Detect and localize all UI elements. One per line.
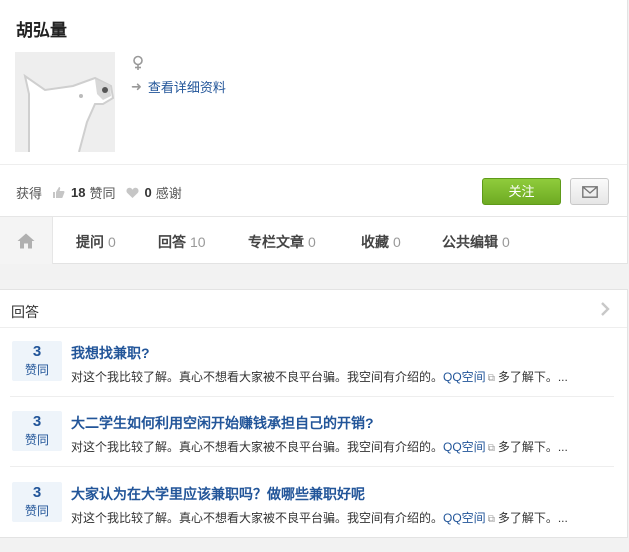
heart-icon bbox=[125, 187, 139, 199]
tab-collections-count: 0 bbox=[393, 234, 401, 250]
thanks-label: 感谢 bbox=[155, 186, 182, 201]
tab-questions-count: 0 bbox=[108, 234, 116, 250]
qq-space-link[interactable]: QQ空间 bbox=[443, 511, 486, 525]
vote-count: 3 bbox=[32, 484, 42, 501]
qq-space-link[interactable]: QQ空间 bbox=[443, 440, 486, 454]
upvote-label: 赞同 bbox=[89, 186, 116, 201]
tab-articles[interactable]: 专栏文章 0 bbox=[248, 232, 316, 252]
answers-panel-title: 回答 bbox=[11, 304, 39, 320]
answer-more-text: 多了解下。... bbox=[497, 440, 568, 454]
follow-button[interactable]: 关注 bbox=[482, 178, 561, 205]
tab-answers-count: 10 bbox=[190, 234, 206, 250]
thanks-count: 0 bbox=[144, 185, 152, 200]
vote-label: 赞同 bbox=[24, 363, 49, 377]
tab-collections-label: 收藏 bbox=[361, 234, 389, 250]
view-details-label: 查看详细资料 bbox=[147, 80, 226, 95]
tab-collections[interactable]: 收藏 0 bbox=[361, 232, 401, 252]
divider bbox=[10, 396, 614, 397]
profile-name: 胡弘量 bbox=[16, 21, 67, 40]
female-symbol-icon bbox=[131, 55, 145, 70]
list-item: 3 赞同 我想找兼职? 对这个我比较了解。真心不想看大家被不良平台骗。我空间有介… bbox=[0, 341, 627, 411]
default-avatar-dog-icon bbox=[15, 52, 115, 153]
qq-space-link[interactable]: QQ空间 bbox=[443, 370, 486, 384]
tab-home[interactable] bbox=[0, 217, 53, 264]
divider bbox=[0, 164, 627, 165]
tab-public-edits-label: 公共编辑 bbox=[442, 234, 498, 250]
answer-summary-text: 对这个我比较了解。真心不想看大家被不良平台骗。我空间有介绍的。 bbox=[71, 440, 444, 454]
external-link-icon: ⧉ bbox=[487, 514, 495, 525]
tab-answers[interactable]: 回答 10 bbox=[158, 232, 206, 252]
answers-panel: 回答 3 赞同 我想找兼职? 对这个我比较了解。真心不想看大家被不良平台骗。我空… bbox=[0, 289, 628, 538]
profile-card: 胡弘量 ➜ 查看详细资料 获得 18 赞同 0 感谢 关注 提问 0 回答 10… bbox=[0, 0, 628, 264]
answer-summary-text: 对这个我比较了解。真心不想看大家被不良平台骗。我空间有介绍的。 bbox=[71, 370, 444, 384]
vote-label: 赞同 bbox=[24, 433, 49, 447]
thumbs-up-icon bbox=[52, 186, 65, 199]
tab-questions[interactable]: 提问 0 bbox=[76, 232, 116, 252]
send-message-button[interactable] bbox=[570, 178, 609, 205]
tab-articles-count: 0 bbox=[308, 234, 316, 250]
view-details-link[interactable]: ➜ 查看详细资料 bbox=[131, 77, 226, 96]
tab-articles-label: 专栏文章 bbox=[248, 234, 304, 250]
avatar[interactable] bbox=[15, 52, 115, 153]
list-item: 3 赞同 大家认为在大学里应该兼职吗？做哪些兼职好呢 对这个我比较了解。真心不想… bbox=[0, 482, 627, 552]
question-title-link[interactable]: 大家认为在大学里应该兼职吗？做哪些兼职好呢 bbox=[71, 484, 365, 504]
answer-summary: 对这个我比较了解。真心不想看大家被不良平台骗。我空间有介绍的。QQ空间 ⧉ 多了解下… bbox=[71, 509, 568, 526]
upvote-count: 18 bbox=[71, 185, 86, 200]
vote-label: 赞同 bbox=[24, 504, 49, 518]
divider bbox=[0, 327, 627, 328]
answer-more-text: 多了解下。... bbox=[497, 370, 568, 384]
profile-stats: 获得 18 赞同 0 感谢 bbox=[16, 183, 182, 202]
vote-box[interactable]: 3 赞同 bbox=[12, 482, 62, 522]
question-title-link[interactable]: 大二学生如何利用空闲开始赚钱承担自己的开销? bbox=[71, 413, 374, 433]
question-title-link[interactable]: 我想找兼职? bbox=[71, 343, 150, 363]
answer-summary: 对这个我比较了解。真心不想看大家被不良平台骗。我空间有介绍的。QQ空间 ⧉ 多了解下… bbox=[71, 438, 568, 455]
vote-count: 3 bbox=[32, 413, 42, 430]
vote-box[interactable]: 3 赞同 bbox=[12, 341, 62, 381]
answer-more-text: 多了解下。... bbox=[497, 511, 568, 525]
profile-tabs: 提问 0 回答 10 专栏文章 0 收藏 0 公共编辑 0 bbox=[0, 216, 627, 264]
chevron-right-icon[interactable] bbox=[600, 302, 610, 321]
vote-box[interactable]: 3 赞同 bbox=[12, 411, 62, 451]
divider bbox=[10, 466, 614, 467]
arrow-right-icon: ➜ bbox=[131, 78, 142, 94]
vote-count: 3 bbox=[32, 343, 42, 360]
external-link-icon: ⧉ bbox=[487, 373, 495, 384]
answer-summary-text: 对这个我比较了解。真心不想看大家被不良平台骗。我空间有介绍的。 bbox=[71, 511, 444, 525]
tab-questions-label: 提问 bbox=[76, 234, 104, 250]
obtained-label: 获得 bbox=[16, 186, 43, 201]
home-icon bbox=[17, 233, 35, 248]
tab-answers-label: 回答 bbox=[158, 234, 186, 250]
list-item: 3 赞同 大二学生如何利用空闲开始赚钱承担自己的开销? 对这个我比较了解。真心不… bbox=[0, 411, 627, 481]
tab-public-edits-count: 0 bbox=[502, 234, 510, 250]
tab-public-edits[interactable]: 公共编辑 0 bbox=[442, 232, 510, 252]
external-link-icon: ⧉ bbox=[487, 443, 495, 454]
answer-summary: 对这个我比较了解。真心不想看大家被不良平台骗。我空间有介绍的。QQ空间 ⧉ 多了解下… bbox=[71, 368, 568, 385]
mail-icon bbox=[581, 185, 598, 198]
